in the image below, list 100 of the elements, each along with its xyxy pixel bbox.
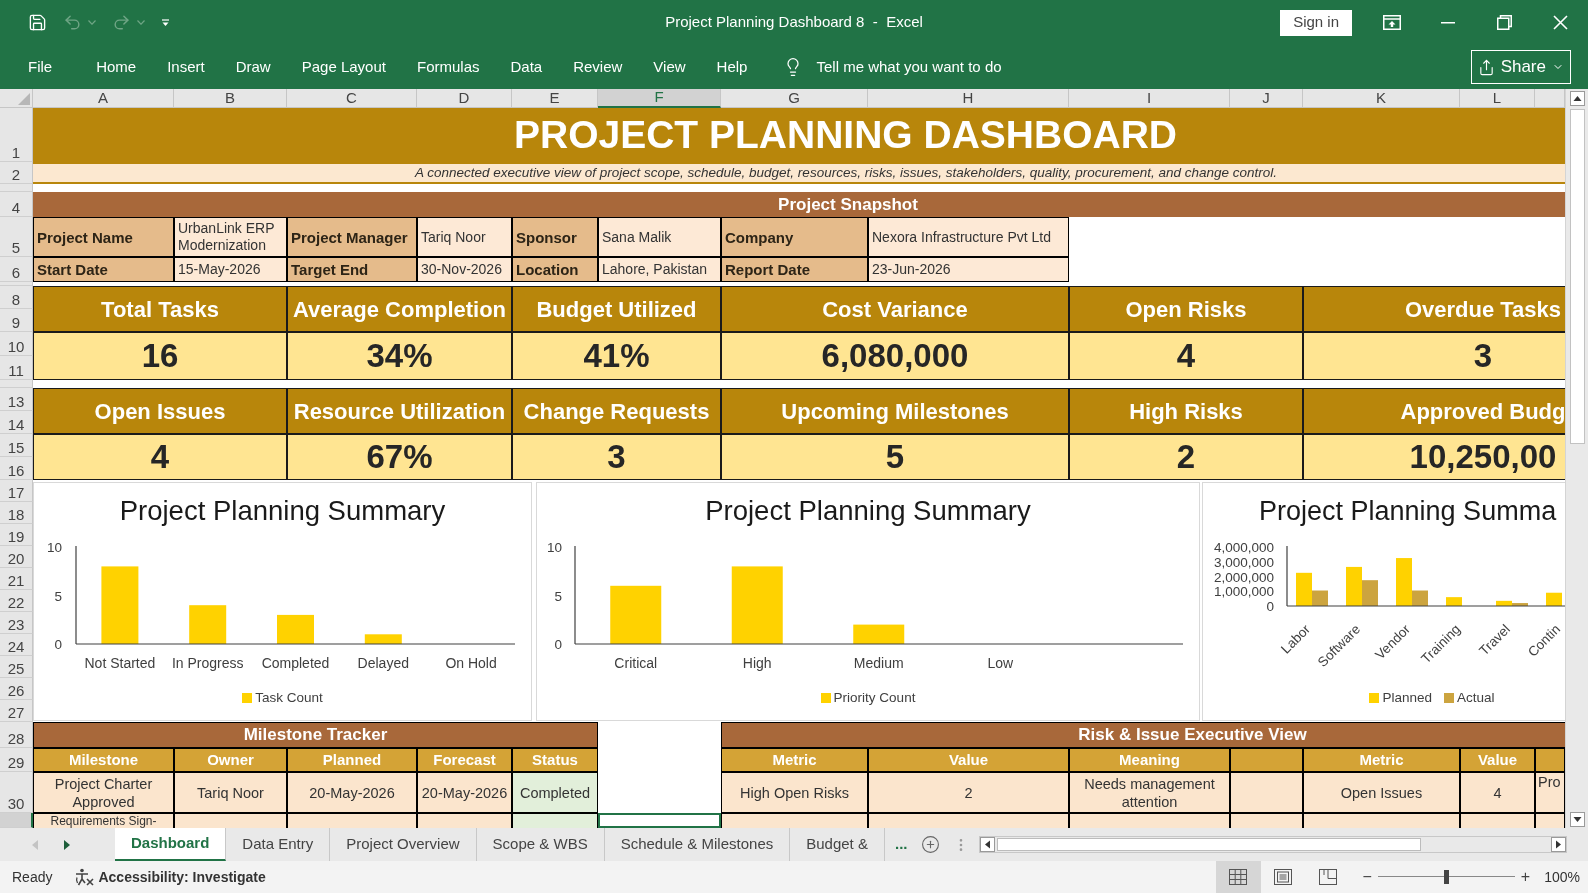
column-heading: Metric — [721, 748, 868, 772]
row-header[interactable]: 27 — [0, 700, 33, 722]
row-header[interactable]: 16 — [0, 457, 33, 480]
vertical-scrollbar[interactable] — [1565, 89, 1588, 828]
column-header[interactable]: F — [598, 89, 721, 108]
table-cell: 20-May-2026 — [417, 772, 512, 813]
sign-in-button[interactable]: Sign in — [1280, 9, 1352, 36]
field-value: 30-Nov-2026 — [417, 257, 512, 282]
row-header[interactable]: 15 — [0, 434, 33, 457]
row-header[interactable]: 29 — [0, 748, 33, 772]
add-sheet-icon[interactable] — [921, 835, 941, 854]
legend-label: Actual — [1457, 688, 1495, 707]
sheet-tab[interactable]: Dashboard — [115, 828, 227, 861]
chart-title: Project Planning Summary — [705, 495, 1031, 528]
field-value: Sana Malik — [598, 217, 721, 257]
zoom-in-button[interactable]: + — [1520, 865, 1531, 889]
table-cell: Needs management attention — [1069, 772, 1230, 813]
ribbon-tab[interactable]: View — [653, 55, 686, 79]
ribbon-tab[interactable]: File — [28, 55, 53, 79]
kpi-label: Budget Utilized — [512, 286, 721, 332]
table-cell: Pro — [1535, 772, 1565, 813]
save-icon[interactable] — [28, 13, 47, 32]
row-header[interactable]: 25 — [0, 656, 33, 678]
tell-me-field[interactable]: Tell me what you want to do — [816, 55, 1029, 79]
scrollbar-thumb[interactable] — [997, 838, 1422, 851]
ribbon-tab[interactable]: Review — [573, 55, 623, 79]
customize-caret-icon[interactable] — [161, 18, 170, 27]
axis-tick-label: 0 — [54, 637, 62, 652]
row-header[interactable]: 10 — [0, 332, 33, 356]
axis-tick-label: 5 — [554, 588, 562, 604]
row-header[interactable]: 22 — [0, 590, 33, 612]
row-header[interactable]: 5 — [0, 217, 33, 257]
row-header[interactable]: 19 — [0, 524, 33, 546]
scrollbar-thumb[interactable] — [1569, 109, 1585, 444]
field-label: Project Name — [33, 217, 174, 257]
column-heading: Milestone — [33, 748, 174, 772]
row-header[interactable]: 14 — [0, 411, 33, 434]
zoom-slider-thumb[interactable] — [1443, 870, 1449, 884]
kpi-label: Approved Budg — [1303, 388, 1565, 434]
next-sheet-icon[interactable] — [64, 839, 70, 850]
row-header[interactable]: 13 — [0, 388, 33, 411]
zoom-slider-track[interactable] — [1377, 870, 1515, 884]
row-header[interactable]: 1 — [0, 108, 33, 162]
column-heading: Planned — [287, 748, 417, 772]
ribbon-tab[interactable]: Help — [716, 55, 748, 79]
field-label: Start Date — [33, 257, 174, 282]
ribbon-tab[interactable]: Data — [510, 55, 543, 79]
table-title: Risk & Issue Executive View — [721, 722, 1565, 748]
ribbon-tab[interactable]: Insert — [167, 55, 205, 79]
field-value: UrbanLink ERP Modernization — [174, 217, 287, 257]
close-icon[interactable] — [1552, 15, 1568, 30]
row-header[interactable]: 28 — [0, 722, 33, 748]
axis-tick-label: 10 — [546, 540, 562, 555]
kpi-label: Open Risks — [1069, 286, 1303, 332]
category-label: In Progress — [171, 655, 244, 671]
row-header[interactable]: 4 — [0, 192, 33, 217]
ribbon-tab[interactable]: Page Layout — [301, 55, 386, 79]
field-label: Target End — [287, 257, 417, 282]
row-header[interactable]: 17 — [0, 480, 33, 502]
row-header[interactable]: 24 — [0, 634, 33, 656]
row-header[interactable]: 9 — [0, 309, 33, 332]
row-header[interactable]: 21 — [0, 568, 33, 590]
chart-title: Project Planning Summary — [119, 495, 446, 528]
row-header[interactable]: 20 — [0, 546, 33, 568]
kpi-value: 4 — [1069, 332, 1303, 380]
row-header[interactable]: 30 — [0, 772, 33, 813]
ribbon-tab[interactable]: Home — [96, 55, 137, 79]
ribbon-tab[interactable]: Draw — [235, 55, 271, 79]
zoom-out-button[interactable]: − — [1362, 865, 1372, 889]
restore-icon[interactable] — [1496, 15, 1512, 30]
horizontal-scrollbar[interactable] — [979, 836, 1568, 853]
row-header[interactable]: 18 — [0, 502, 33, 524]
accessibility-icon — [74, 868, 95, 886]
category-label: Critical — [614, 655, 658, 671]
zoom-level-button[interactable]: 100% — [1544, 866, 1580, 888]
table-cell: Project Charter Approved — [33, 772, 174, 813]
column-heading: Status — [512, 748, 598, 772]
row-header[interactable]: 2 — [0, 162, 33, 184]
row-header[interactable]: 26 — [0, 678, 33, 700]
field-value: Tariq Noor — [417, 217, 512, 257]
accessibility-button[interactable]: Accessibility: Investigate — [74, 866, 266, 888]
section-title: Project Snapshot — [33, 192, 1565, 217]
active-cell[interactable] — [598, 813, 721, 828]
kpi-label: Average Completion — [287, 286, 512, 332]
table-cell: 4 — [1460, 772, 1535, 813]
share-button[interactable]: Share — [1470, 50, 1571, 84]
view-button[interactable] — [1215, 861, 1261, 893]
ribbon-tab[interactable]: Formulas — [416, 55, 480, 79]
ribbon-display-icon[interactable] — [1383, 15, 1401, 30]
row-header[interactable]: 11 — [0, 356, 33, 380]
row-header[interactable]: 6 — [0, 257, 33, 282]
field-value: Lahore, Pakistan — [598, 257, 721, 282]
table-cell: Completed — [512, 772, 598, 813]
row-header[interactable]: 8 — [0, 286, 33, 309]
axis-tick-label: 4,000,000 — [1213, 540, 1274, 555]
minimize-icon[interactable] — [1441, 21, 1455, 24]
row-header[interactable]: 23 — [0, 612, 33, 634]
row-header[interactable] — [0, 813, 33, 828]
page-break-icon — [1319, 869, 1337, 885]
more-tabs-button[interactable]: ... — [894, 833, 908, 856]
